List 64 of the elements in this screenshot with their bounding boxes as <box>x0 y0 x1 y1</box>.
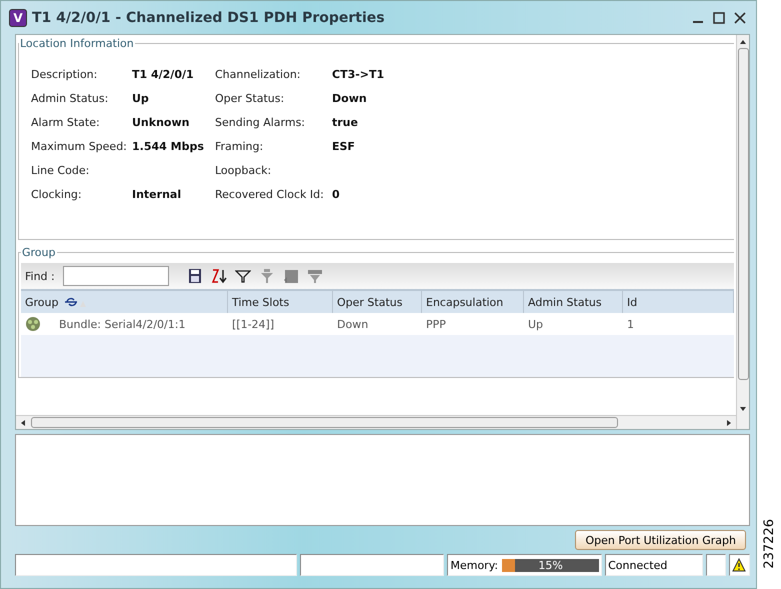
memory-reading: 15% <box>537 558 564 572</box>
field-value: Down <box>332 92 368 105</box>
save-icon[interactable] <box>186 268 203 284</box>
window-title: T1 4/2/0/1 - Channelized DS1 PDH Properties <box>32 10 386 26</box>
scroll-left-icon[interactable] <box>19 418 27 426</box>
table-cell: PPP <box>426 318 446 330</box>
filter-grid-icon[interactable] <box>306 268 323 284</box>
scroll-up-icon[interactable] <box>739 38 747 46</box>
field-label: Admin Status: <box>31 92 110 105</box>
filter-icon[interactable] <box>234 268 251 284</box>
scrollbar-thumb[interactable] <box>31 417 618 428</box>
field-label: Line Code: <box>31 164 90 177</box>
table-cell: 1 <box>627 318 634 330</box>
close-button[interactable] <box>732 10 748 26</box>
section-title: Group <box>21 246 56 259</box>
field-label: Maximum Speed: <box>31 140 128 153</box>
field-value: CT3->T1 <box>332 68 386 81</box>
table-cell: Bundle: Serial4/2/0/1:1 <box>59 318 186 330</box>
field-label: Description: <box>31 68 98 81</box>
sort-ascending-icon <box>64 296 88 308</box>
field-label: Recovered Clock Id: <box>215 188 325 201</box>
table-cell: [[1-24]] <box>232 318 274 330</box>
close-icon <box>734 12 746 24</box>
table-cell: Down <box>337 318 368 330</box>
field-label: Loopback: <box>215 164 272 177</box>
grid-icon[interactable] <box>282 268 299 284</box>
minimize-icon <box>693 20 703 22</box>
scroll-down-icon[interactable] <box>739 405 747 413</box>
status-field <box>706 554 726 576</box>
scrollbar-thumb[interactable] <box>738 48 748 380</box>
table-cell: Up <box>528 318 544 330</box>
field-value: 1.544 Mbps <box>132 140 205 153</box>
field-value: ESF <box>332 140 356 153</box>
field-label: Alarm State: <box>31 116 101 129</box>
memory-label: Memory: <box>450 558 498 572</box>
scroll-right-icon[interactable] <box>725 418 733 426</box>
field-value: T1 4/2/0/1 <box>132 68 195 81</box>
maximize-button[interactable] <box>711 10 727 26</box>
find-field[interactable] <box>62 266 169 286</box>
field-label: Framing: <box>215 140 264 153</box>
table-row[interactable]: Bundle: Serial4/2/0/1:1 [[1-24]] Down PPP Up 1 <box>21 313 734 335</box>
field-label: Clocking: <box>31 188 83 201</box>
field-value: Unknown <box>132 116 190 129</box>
field-value: Up <box>132 92 150 105</box>
field-value: 0 <box>332 188 341 201</box>
vertical-scrollbar[interactable] <box>736 35 749 429</box>
bundle-icon <box>25 316 41 332</box>
horizontal-scrollbar[interactable] <box>16 415 736 429</box>
field-value: Internal <box>132 188 182 201</box>
text-area[interactable] <box>15 434 750 526</box>
section-title: Location Information <box>19 37 135 50</box>
sort-icon[interactable] <box>210 268 227 284</box>
clear-filter-icon[interactable] <box>258 268 275 284</box>
find-label: Find : <box>25 270 55 282</box>
app-icon: V <box>9 8 27 26</box>
field-label: Channelization: <box>215 68 302 81</box>
field-label: Oper Status: <box>215 92 286 105</box>
maximize-icon <box>713 12 725 24</box>
figure-number: 237226 <box>762 519 776 569</box>
open-graph-button[interactable]: Open Port Utilization Graph <box>575 530 746 550</box>
connection-status: Connected <box>605 554 704 576</box>
warning-icon[interactable] <box>732 558 746 572</box>
field-value: true <box>332 116 359 129</box>
field-label: Sending Alarms: <box>215 116 306 129</box>
